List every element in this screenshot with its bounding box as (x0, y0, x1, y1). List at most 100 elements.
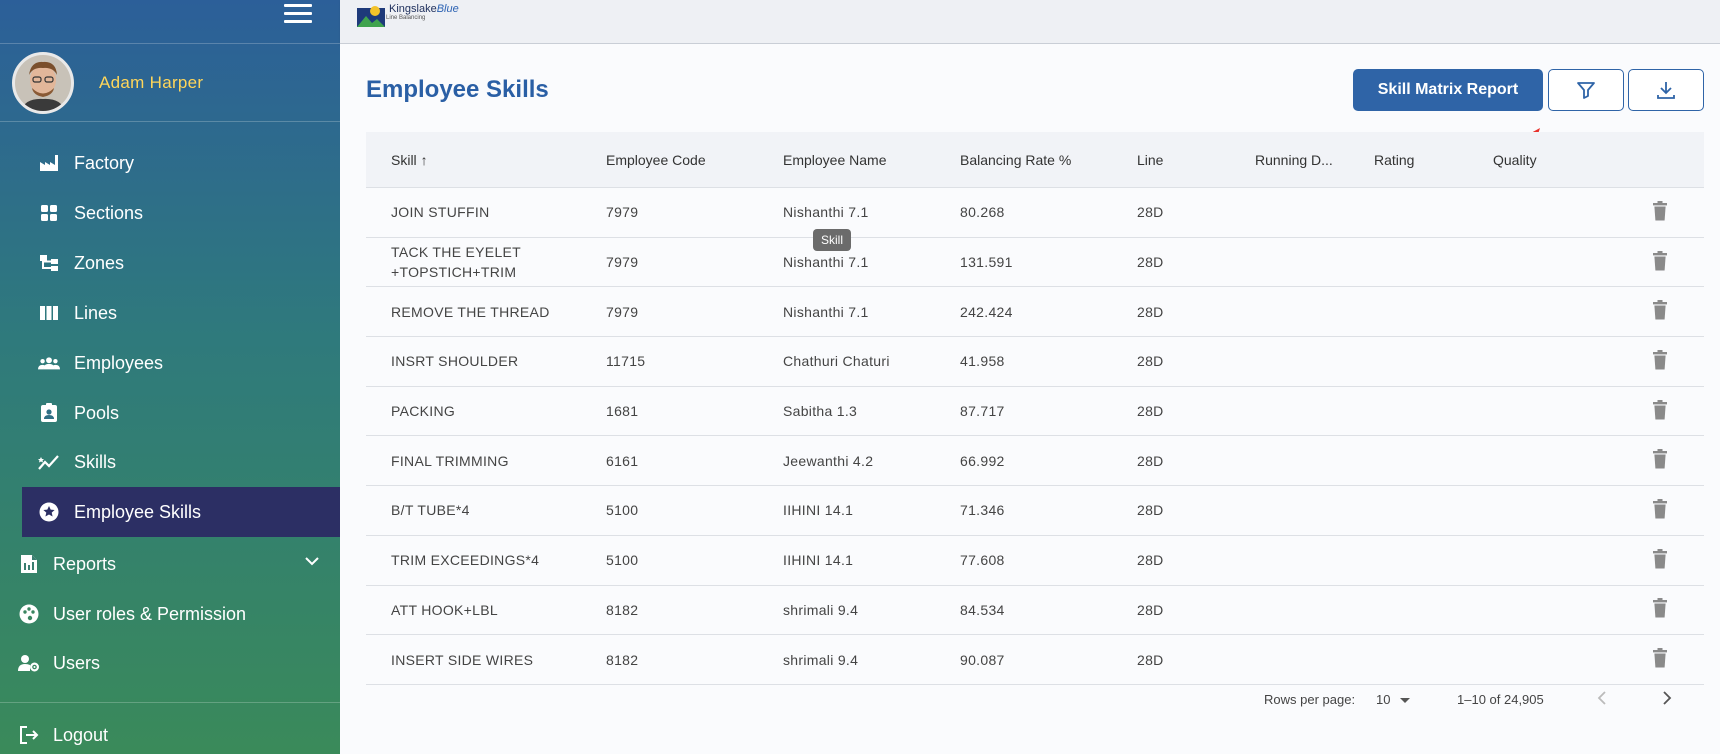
user-name: Adam Harper (99, 73, 204, 92)
delete-icon[interactable] (1652, 399, 1668, 423)
delete-icon[interactable] (1652, 300, 1668, 323)
sort-ascending-icon[interactable]: ↑ (421, 152, 428, 168)
cell-employee-name: IIHINI 14.1 (783, 552, 854, 569)
sidebar-item-label: Lines (74, 302, 118, 323)
cell-balancing-rate: 71.346 (960, 502, 1005, 519)
logout-button[interactable]: Logout (0, 710, 340, 754)
row-actions (1603, 349, 1704, 373)
document-icon (18, 553, 40, 575)
cell-line: 28D (1137, 254, 1164, 271)
table-row[interactable]: PACKING 1681 Sabitha 1.3 87.717 28D (366, 386, 1704, 437)
column-header-line[interactable]: Line (1137, 152, 1255, 168)
column-header-rating[interactable]: Rating (1374, 152, 1493, 168)
chevron-down-icon (304, 553, 320, 574)
logo-mark-icon (357, 6, 385, 27)
sidebar-item-sections[interactable]: Sections (22, 188, 340, 238)
table-row[interactable]: JOIN STUFFIN 7979 Nishanthi 7.1 80.268 28D (366, 188, 1704, 238)
palette-icon (18, 603, 40, 625)
download-button[interactable] (1628, 69, 1704, 111)
column-header-running-d[interactable]: Running D... (1255, 152, 1374, 168)
table-row[interactable]: TRIM EXCEEDINGS*4 5100 IIHINI 14.1 77.608 28… (366, 535, 1704, 586)
table-row[interactable]: ATT HOOK+LBL 8182 shrimali 9.4 84.534 28D (366, 585, 1704, 636)
factory-icon (38, 152, 60, 174)
table-row[interactable]: REMOVE THE THREAD 7979 Nishanthi 7.1 242.42… (366, 287, 1704, 338)
sidebar-item-label: Skills (74, 451, 117, 472)
table-row[interactable]: FINAL TRIMMING 6161 Jeewanthi 4.2 66.992 28D (366, 436, 1704, 487)
cell-employee-name: Sabitha 1.3 (783, 403, 858, 420)
previous-page-button[interactable] (1595, 690, 1609, 709)
page-range: 1–10 of 24,905 (1457, 692, 1544, 707)
row-actions (1603, 598, 1704, 621)
cell-line: 28D (1137, 651, 1164, 668)
rows-per-page-select[interactable]: 10 (1376, 692, 1412, 707)
delete-icon[interactable] (1652, 200, 1668, 224)
sidebar-item-lines[interactable]: Lines (22, 288, 340, 338)
cell-employee-code: 5100 (606, 552, 639, 569)
delete-icon[interactable] (1652, 250, 1668, 274)
sidebar-item-employees[interactable]: Employees (22, 338, 340, 388)
table-row[interactable]: B/T TUBE*4 5100 IIHINI 14.1 71.346 28D (366, 486, 1704, 536)
delete-icon[interactable] (1652, 349, 1668, 373)
cell-line: 28D (1137, 204, 1164, 221)
cell-employee-code: 5100 (606, 502, 639, 519)
row-actions (1603, 200, 1704, 224)
cell-skill: TACK THE EYELET +TOPSTICH+TRIM (391, 244, 521, 281)
sidebar-item-label: Sections (74, 202, 144, 223)
columns-icon (38, 302, 60, 324)
star-circle-icon (38, 501, 60, 523)
menu-icon[interactable] (284, 4, 312, 26)
sidebar-item-label: Factory (74, 152, 135, 173)
avatar[interactable] (12, 52, 74, 114)
row-actions (1603, 399, 1704, 423)
delete-icon[interactable] (1652, 498, 1668, 522)
column-header-employee-code[interactable]: Employee Code (606, 152, 783, 168)
people-icon (38, 352, 60, 374)
table-row[interactable]: TACK THE EYELET +TOPSTICH+TRIM 7979 Nishan… (366, 237, 1704, 288)
table-row[interactable]: INSERT SIDE WIRES 8182 shrimali 9.4 90.087 2… (366, 635, 1704, 685)
cell-employee-code: 11715 (606, 353, 646, 370)
sidebar-item-users[interactable]: Users (0, 638, 340, 688)
logo[interactable]: KingslakeBlue Line Balancing (356, 3, 459, 29)
filter-button[interactable] (1548, 69, 1624, 111)
delete-icon[interactable] (1652, 598, 1668, 621)
skill-tooltip: Skill (813, 229, 852, 251)
sidebar-item-skills[interactable]: Skills (22, 437, 340, 487)
delete-icon[interactable] (1652, 548, 1668, 572)
column-header-employee-name[interactable]: Employee Name (783, 152, 960, 168)
cell-line: 28D (1137, 403, 1164, 420)
cell-line: 28D (1137, 601, 1164, 618)
cell-balancing-rate: 80.268 (960, 204, 1005, 221)
cell-balancing-rate: 131.591 (960, 254, 1013, 271)
cell-skill: FINAL TRIMMING (391, 452, 509, 469)
cell-employee-name: IIHINI 14.1 (783, 502, 854, 519)
sidebar-item-reports[interactable]: Reports (0, 539, 340, 589)
sidebar-item-factory[interactable]: Factory (22, 138, 340, 188)
hierarchy-icon (38, 252, 60, 274)
top-bar: KingslakeBlue Line Balancing (340, 0, 1720, 44)
sidebar-item-zones[interactable]: Zones (22, 238, 340, 288)
trend-icon (38, 451, 60, 473)
table-row[interactable]: INSRT SHOULDER 11715 Chathuri Chaturi 41.95… (366, 337, 1704, 387)
delete-icon[interactable] (1652, 449, 1668, 472)
logout-icon (18, 724, 40, 746)
user-gear-icon (18, 652, 40, 674)
chevron-right-icon (1663, 691, 1672, 705)
row-actions (1603, 449, 1704, 472)
sidebar-item-user-roles[interactable]: User roles & Permission (0, 589, 340, 639)
filter-icon (1577, 82, 1595, 99)
sidebar-item-label: Employee Skills (74, 501, 202, 522)
next-page-button[interactable] (1660, 690, 1674, 709)
cell-employee-code: 1681 (606, 403, 639, 420)
delete-icon[interactable] (1652, 648, 1668, 671)
cell-skill: ATT HOOK+LBL (391, 601, 498, 618)
column-header-quality[interactable]: Quality (1493, 152, 1603, 168)
cell-employee-code: 6161 (606, 452, 639, 469)
divider (0, 121, 340, 122)
skill-matrix-report-button[interactable]: Skill Matrix Report (1353, 69, 1543, 111)
sidebar-item-employee-skills[interactable]: Employee Skills (22, 487, 340, 537)
column-header-balancing-rate[interactable]: Balancing Rate % (960, 152, 1137, 168)
column-header-skill[interactable]: Skill ↑ (366, 150, 606, 170)
cell-employee-code: 7979 (606, 303, 639, 320)
sidebar-item-pools[interactable]: Pools (22, 388, 340, 438)
cell-balancing-rate: 41.958 (960, 353, 1005, 370)
